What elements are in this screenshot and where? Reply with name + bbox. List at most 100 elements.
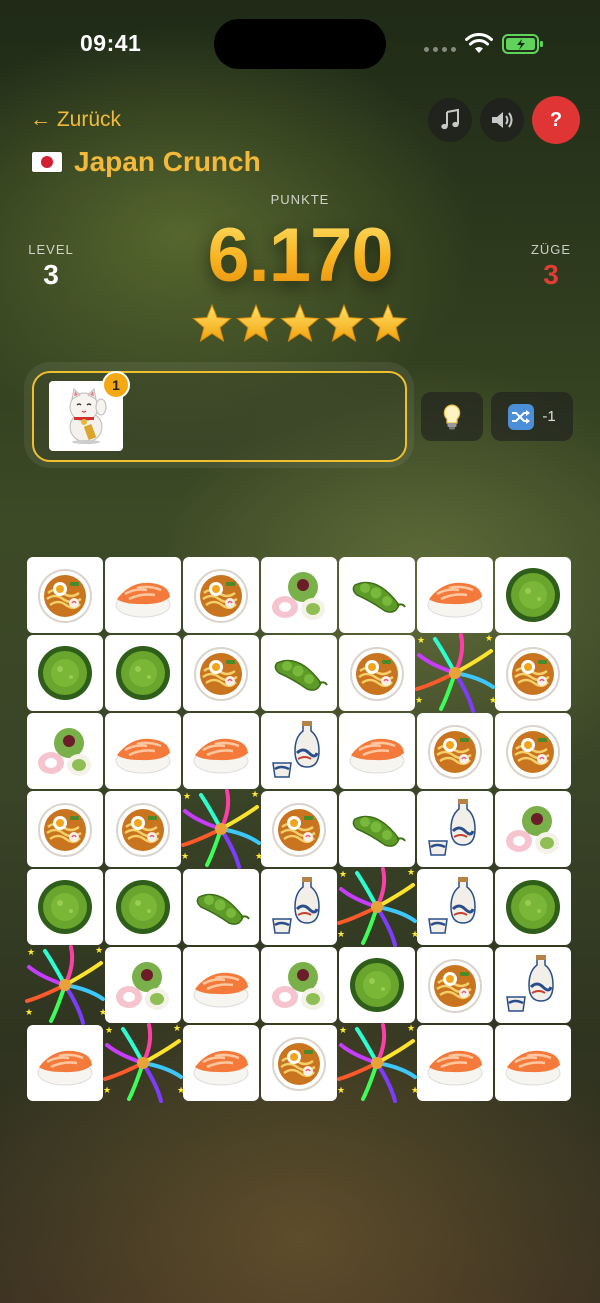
tray-count-badge: 1 bbox=[102, 371, 130, 399]
tile-sushi[interactable] bbox=[183, 947, 259, 1023]
tile-sushi[interactable] bbox=[105, 557, 181, 633]
sushi-icon bbox=[505, 1050, 561, 1086]
tile-mochi[interactable] bbox=[105, 947, 181, 1023]
tile-ramen[interactable] bbox=[495, 635, 571, 711]
tile-ramen[interactable] bbox=[417, 713, 493, 789]
star-icon bbox=[368, 303, 408, 347]
level-stat: LEVEL 3 bbox=[22, 242, 80, 291]
tile-sushi[interactable] bbox=[183, 713, 259, 789]
sushi-icon bbox=[427, 1050, 483, 1086]
tile-ramen[interactable] bbox=[105, 791, 181, 867]
svg-text:★: ★ bbox=[407, 867, 415, 877]
tile-ramen[interactable] bbox=[417, 947, 493, 1023]
star-rating bbox=[0, 303, 600, 347]
tile-ramen[interactable] bbox=[261, 791, 337, 867]
tile-matcha[interactable] bbox=[105, 869, 181, 945]
back-button[interactable]: ← Zurück bbox=[30, 108, 121, 132]
tile-edamame[interactable] bbox=[183, 869, 259, 945]
tile-sushi[interactable] bbox=[417, 1025, 493, 1101]
tile-ramen[interactable] bbox=[495, 713, 571, 789]
wifi-icon bbox=[465, 33, 493, 53]
tile-mochi[interactable] bbox=[261, 557, 337, 633]
score-value: 6.170 bbox=[0, 212, 600, 299]
matcha-icon bbox=[38, 646, 92, 700]
tile-edamame[interactable] bbox=[339, 557, 415, 633]
star-icon bbox=[192, 303, 232, 347]
star-icon bbox=[324, 303, 364, 347]
music-note-icon bbox=[441, 108, 459, 130]
tile-ramen[interactable] bbox=[261, 1025, 337, 1101]
sound-toggle-button[interactable] bbox=[480, 98, 524, 142]
svg-text:★: ★ bbox=[339, 1025, 347, 1035]
ramen-icon bbox=[272, 1037, 326, 1091]
tile-matcha[interactable] bbox=[27, 635, 103, 711]
page-title: Japan Crunch bbox=[74, 146, 261, 177]
svg-text:★: ★ bbox=[103, 1085, 111, 1095]
tile-matcha[interactable] bbox=[495, 557, 571, 633]
japan-flag-icon bbox=[32, 152, 62, 172]
tile-matcha[interactable] bbox=[495, 869, 571, 945]
moves-label: ZÜGE bbox=[530, 242, 572, 257]
tile-matcha[interactable] bbox=[27, 869, 103, 945]
music-toggle-button[interactable] bbox=[428, 98, 472, 142]
tile-sushi[interactable] bbox=[105, 713, 181, 789]
tile-sake[interactable] bbox=[417, 791, 493, 867]
star-icon bbox=[280, 303, 320, 347]
tile-edamame[interactable] bbox=[261, 635, 337, 711]
mochi-icon bbox=[116, 962, 169, 1010]
tile-matcha[interactable] bbox=[339, 947, 415, 1023]
tile-ramen[interactable] bbox=[183, 635, 259, 711]
shuffle-button[interactable]: -1 bbox=[491, 392, 573, 441]
star-icon bbox=[236, 303, 276, 347]
tile-sushi[interactable] bbox=[495, 1025, 571, 1101]
tile-sushi[interactable] bbox=[27, 1025, 103, 1101]
svg-text:★: ★ bbox=[251, 789, 259, 799]
score-label: PUNKTE bbox=[270, 192, 330, 207]
help-button[interactable]: ? bbox=[532, 96, 580, 144]
tile-sake[interactable] bbox=[261, 869, 337, 945]
firework-burst-icon: ★★★★ bbox=[337, 1023, 419, 1103]
ramen-icon bbox=[38, 803, 92, 857]
tile-mochi[interactable] bbox=[261, 947, 337, 1023]
tile-sushi[interactable] bbox=[183, 1025, 259, 1101]
svg-text:★: ★ bbox=[183, 791, 191, 801]
lightbulb-icon bbox=[443, 403, 461, 429]
sake-icon bbox=[272, 721, 320, 778]
tile-ramen[interactable] bbox=[183, 557, 259, 633]
sushi-icon bbox=[193, 738, 249, 774]
match-burst-tile: ★ ★ ★ ★ bbox=[103, 1023, 185, 1103]
match-burst-tile: ★ ★ ★ ★ bbox=[415, 633, 497, 713]
hint-button[interactable] bbox=[421, 392, 483, 441]
tile-ramen[interactable] bbox=[27, 791, 103, 867]
tile-mochi[interactable] bbox=[27, 713, 103, 789]
firework-burst-icon: ★★★★ bbox=[103, 1023, 185, 1103]
matcha-icon bbox=[350, 958, 404, 1012]
tile-sake[interactable] bbox=[417, 869, 493, 945]
svg-text:★: ★ bbox=[95, 945, 103, 955]
tile-matcha[interactable] bbox=[105, 635, 181, 711]
level-value: 3 bbox=[43, 259, 59, 290]
tile-mochi[interactable] bbox=[495, 791, 571, 867]
ramen-icon bbox=[38, 569, 92, 623]
mochi-icon bbox=[38, 728, 91, 776]
ramen-icon bbox=[428, 725, 482, 779]
speaker-icon bbox=[492, 112, 513, 128]
match-burst-tile: ★ ★ ★ ★ bbox=[25, 945, 107, 1025]
tile-sushi[interactable] bbox=[339, 713, 415, 789]
dynamic-island bbox=[214, 19, 386, 69]
tile-ramen[interactable] bbox=[27, 557, 103, 633]
ramen-icon bbox=[506, 725, 560, 779]
svg-text:★: ★ bbox=[105, 1025, 113, 1035]
mochi-icon bbox=[272, 962, 325, 1010]
matcha-icon bbox=[116, 646, 170, 700]
tile-edamame[interactable] bbox=[339, 791, 415, 867]
tile-sake[interactable] bbox=[495, 947, 571, 1023]
tile-ramen[interactable] bbox=[339, 635, 415, 711]
ramen-icon bbox=[116, 803, 170, 857]
tile-sake[interactable] bbox=[261, 713, 337, 789]
svg-text:★: ★ bbox=[485, 633, 493, 643]
svg-text:★: ★ bbox=[339, 869, 347, 879]
sake-icon bbox=[272, 877, 320, 934]
status-time: 09:41 bbox=[80, 30, 142, 56]
tile-sushi[interactable] bbox=[417, 557, 493, 633]
